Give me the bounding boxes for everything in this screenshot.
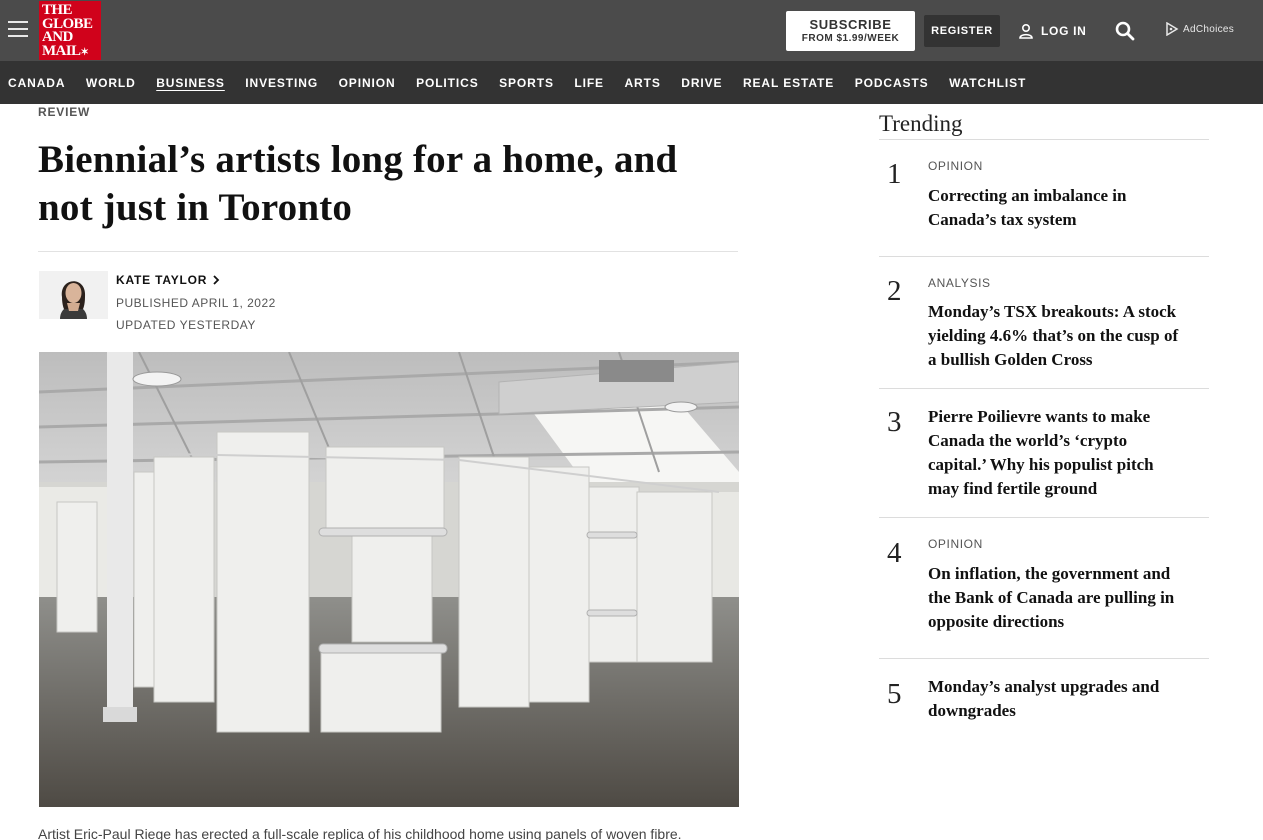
adchoices-label: AdChoices	[1183, 23, 1235, 35]
register-button[interactable]: REGISTER	[924, 15, 1000, 47]
subscribe-button[interactable]: SUBSCRIBE FROM $1.99/WEEK	[786, 11, 915, 51]
headline-divider	[38, 251, 738, 252]
trending-line: downgrades	[928, 701, 1016, 720]
menu-icon[interactable]	[8, 21, 28, 39]
author-link[interactable]: KATE TAYLOR	[116, 273, 220, 287]
nav-item-opinion[interactable]: OPINION	[339, 76, 396, 90]
nav-item-real-estate[interactable]: REAL ESTATE	[743, 76, 834, 90]
trending-headline: Pierre Poilievre wants to make Canada th…	[928, 405, 1213, 501]
trending-title: Trending	[879, 111, 963, 136]
chevron-right-icon	[213, 275, 220, 285]
search-icon[interactable]	[1115, 21, 1135, 41]
nav-item-business[interactable]: BUSINESS	[156, 76, 225, 90]
trending-number: 4	[887, 537, 902, 569]
headline-line: not just in Toronto	[38, 186, 353, 229]
trending-line: may find fertile ground	[928, 479, 1098, 498]
trending-number: 1	[887, 158, 902, 190]
user-icon	[1019, 23, 1033, 39]
headline-line: Biennial’s artists long for a home, and	[38, 138, 678, 181]
adchoices-icon	[1166, 22, 1179, 36]
trending-headline: On inflation, the government and the Ban…	[928, 562, 1213, 634]
article-headline: Biennial’s artists long for a home, and …	[38, 136, 758, 232]
trending-line: the Bank of Canada are pulling in	[928, 588, 1175, 607]
trending-line: Monday’s TSX breakouts: A stock	[928, 302, 1177, 321]
nav-item-canada[interactable]: CANADA	[8, 76, 65, 90]
trending-item[interactable]: 1 OPINION Correcting an imbalance in Can…	[879, 139, 1209, 256]
article-photo[interactable]	[39, 352, 739, 807]
nav-item-world[interactable]: WORLD	[86, 76, 136, 90]
trending-label: OPINION	[928, 537, 983, 551]
section-nav: CANADA WORLD BUSINESS INVESTING OPINION …	[0, 61, 1263, 104]
author-avatar[interactable]	[39, 271, 108, 319]
subscribe-label: SUBSCRIBE	[809, 17, 892, 32]
trending-line: On inflation, the government and	[928, 564, 1171, 583]
top-bar: THE GLOBE AND MAIL✶ SUBSCRIBE FROM $1.99…	[0, 0, 1263, 61]
globe-and-mail-logo[interactable]: THE GLOBE AND MAIL✶	[39, 1, 101, 60]
nav-item-drive[interactable]: DRIVE	[681, 76, 722, 90]
trending-line: Canada’s tax system	[928, 210, 1077, 229]
published-date: PUBLISHED APRIL 1, 2022	[116, 296, 276, 310]
logo-line: MAIL	[42, 42, 81, 59]
subscribe-price: FROM $1.99/WEEK	[801, 33, 900, 44]
nav-item-life[interactable]: LIFE	[574, 76, 604, 90]
adchoices-link[interactable]: AdChoices	[1165, 22, 1234, 36]
trending-headline: Monday’s TSX breakouts: A stock yielding…	[928, 300, 1213, 372]
nav-item-podcasts[interactable]: PODCASTS	[855, 76, 929, 90]
trending-line: yielding 4.6% that’s on the cusp of	[928, 326, 1179, 345]
trending-line: a bullish Golden Cross	[928, 350, 1093, 369]
trending-item[interactable]: 5 Monday’s analyst upgrades and downgrad…	[879, 658, 1209, 738]
login-button[interactable]: LOG IN	[1018, 21, 1087, 41]
trending-label: OPINION	[928, 159, 983, 173]
trending-number: 2	[887, 275, 902, 307]
nav-item-sports[interactable]: SPORTS	[499, 76, 554, 90]
trending-label: ANALYSIS	[928, 276, 991, 290]
trending-line: Correcting an imbalance in	[928, 186, 1127, 205]
nav-item-investing[interactable]: INVESTING	[245, 76, 318, 90]
author-name: KATE TAYLOR	[116, 273, 208, 287]
trending-line: Pierre Poilievre wants to make	[928, 407, 1151, 426]
trending-headline: Monday’s analyst upgrades and downgrades	[928, 675, 1213, 723]
nav-item-watchlist[interactable]: WATCHLIST	[949, 76, 1026, 90]
maple-leaf-icon: ✶	[80, 46, 89, 58]
trending-item[interactable]: 4 OPINION On inflation, the government a…	[879, 517, 1209, 658]
trending-number: 3	[887, 406, 902, 438]
login-label: LOG IN	[1041, 24, 1087, 38]
nav-item-politics[interactable]: POLITICS	[416, 76, 479, 90]
trending-line: capital.’ Why his populist pitch	[928, 455, 1154, 474]
photo-caption: Artist Eric-Paul Riege has erected a ful…	[38, 826, 682, 840]
trending-line: opposite directions	[928, 612, 1065, 631]
trending-line: Monday’s analyst upgrades and	[928, 677, 1160, 696]
trending-item[interactable]: 3 Pierre Poilievre wants to make Canada …	[879, 388, 1209, 517]
trending-item[interactable]: 2 ANALYSIS Monday’s TSX breakouts: A sto…	[879, 256, 1209, 388]
updated-date: UPDATED YESTERDAY	[116, 318, 256, 332]
trending-line: Canada the world’s ‘crypto	[928, 431, 1128, 450]
section-kicker[interactable]: REVIEW	[38, 105, 90, 119]
trending-number: 5	[887, 678, 902, 710]
trending-headline: Correcting an imbalance in Canada’s tax …	[928, 184, 1213, 232]
nav-item-arts[interactable]: ARTS	[624, 76, 660, 90]
logo-line-last: MAIL✶	[42, 42, 101, 60]
